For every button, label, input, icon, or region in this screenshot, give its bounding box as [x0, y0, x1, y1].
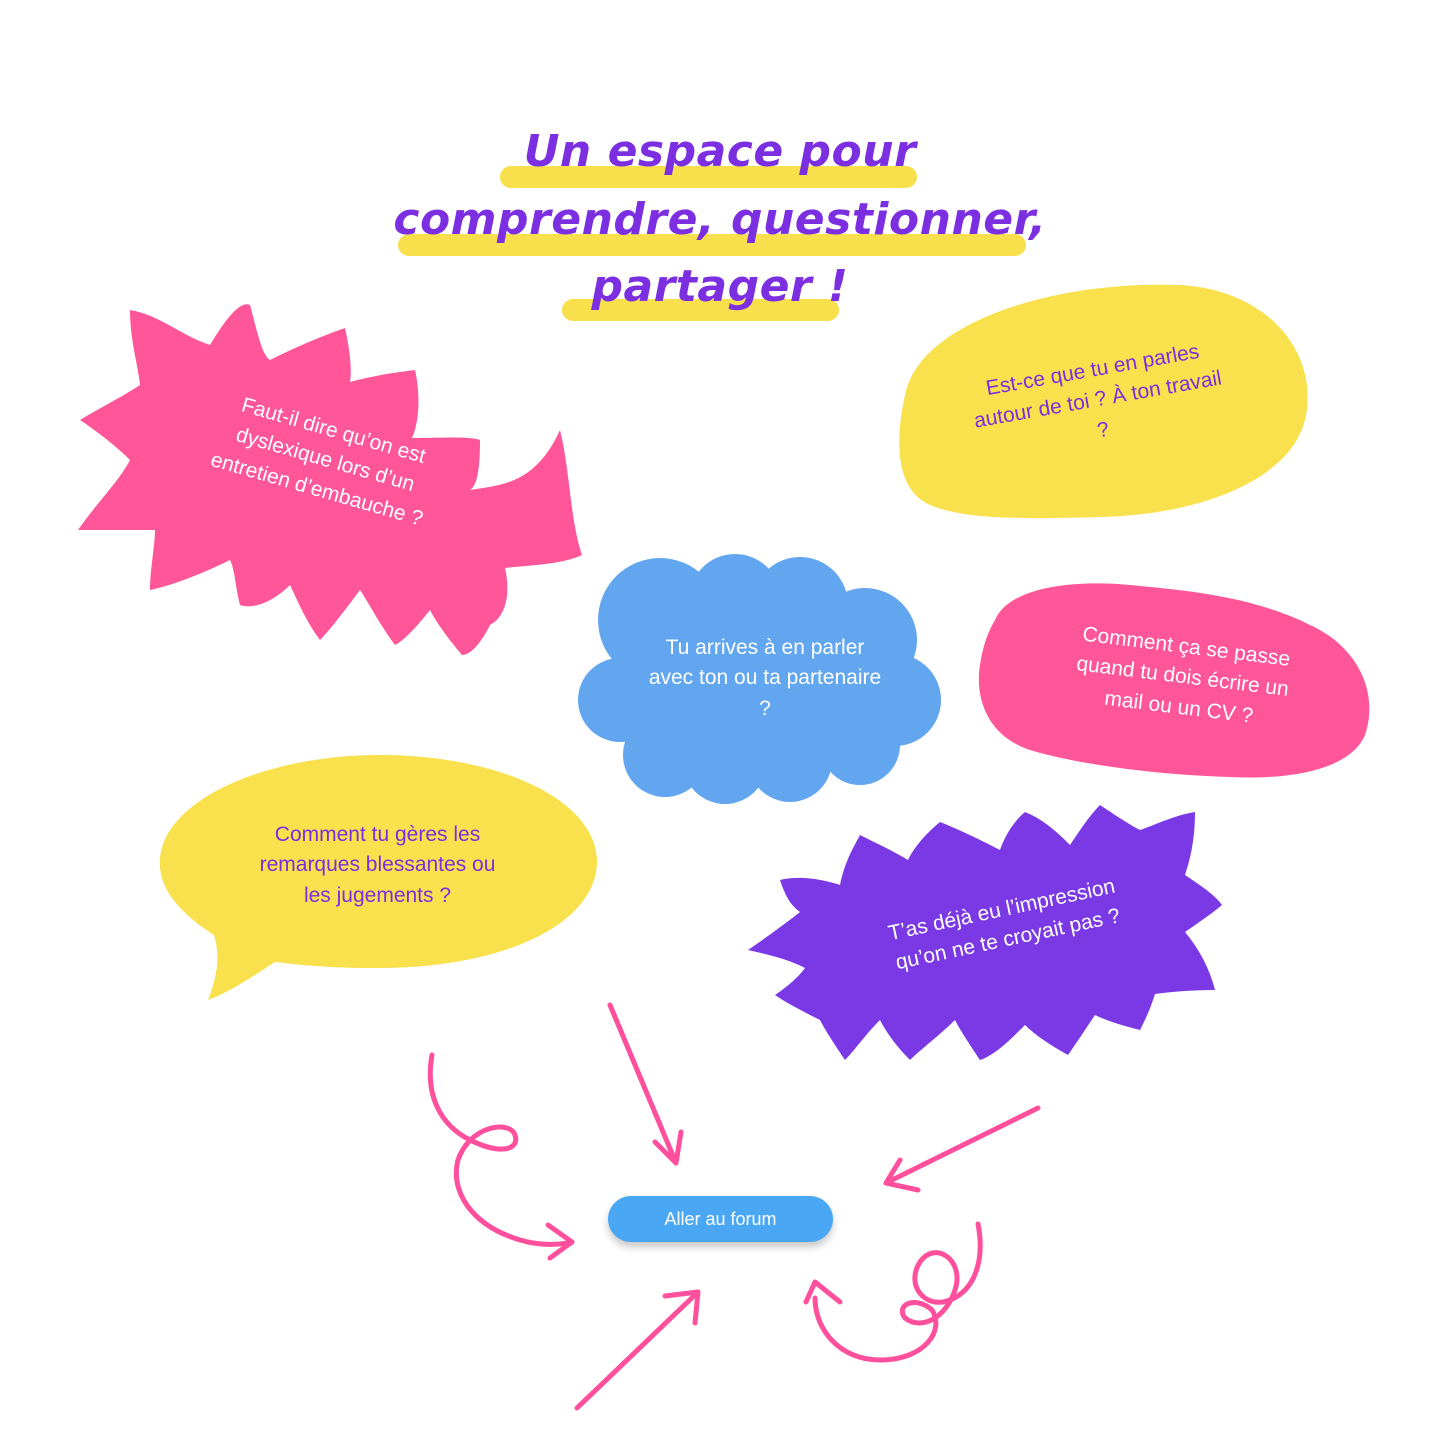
question-text-blue-cloud: Tu arrives à en parler avec ton ou ta pa…	[648, 636, 882, 720]
loop-arrow-head-icon	[803, 1279, 843, 1305]
straight-arrow-icon	[607, 1002, 679, 1166]
question-text-yellow-left: Comment tu gères les remarques blessante…	[259, 823, 496, 907]
go-to-forum-button[interactable]: Aller au forum	[608, 1196, 833, 1242]
straight-arrow-icon	[883, 1105, 1041, 1186]
loop-arrow-icon	[812, 1221, 983, 1363]
curly-arrow-icon	[427, 1052, 575, 1247]
straight-arrow-icon	[574, 1289, 701, 1411]
